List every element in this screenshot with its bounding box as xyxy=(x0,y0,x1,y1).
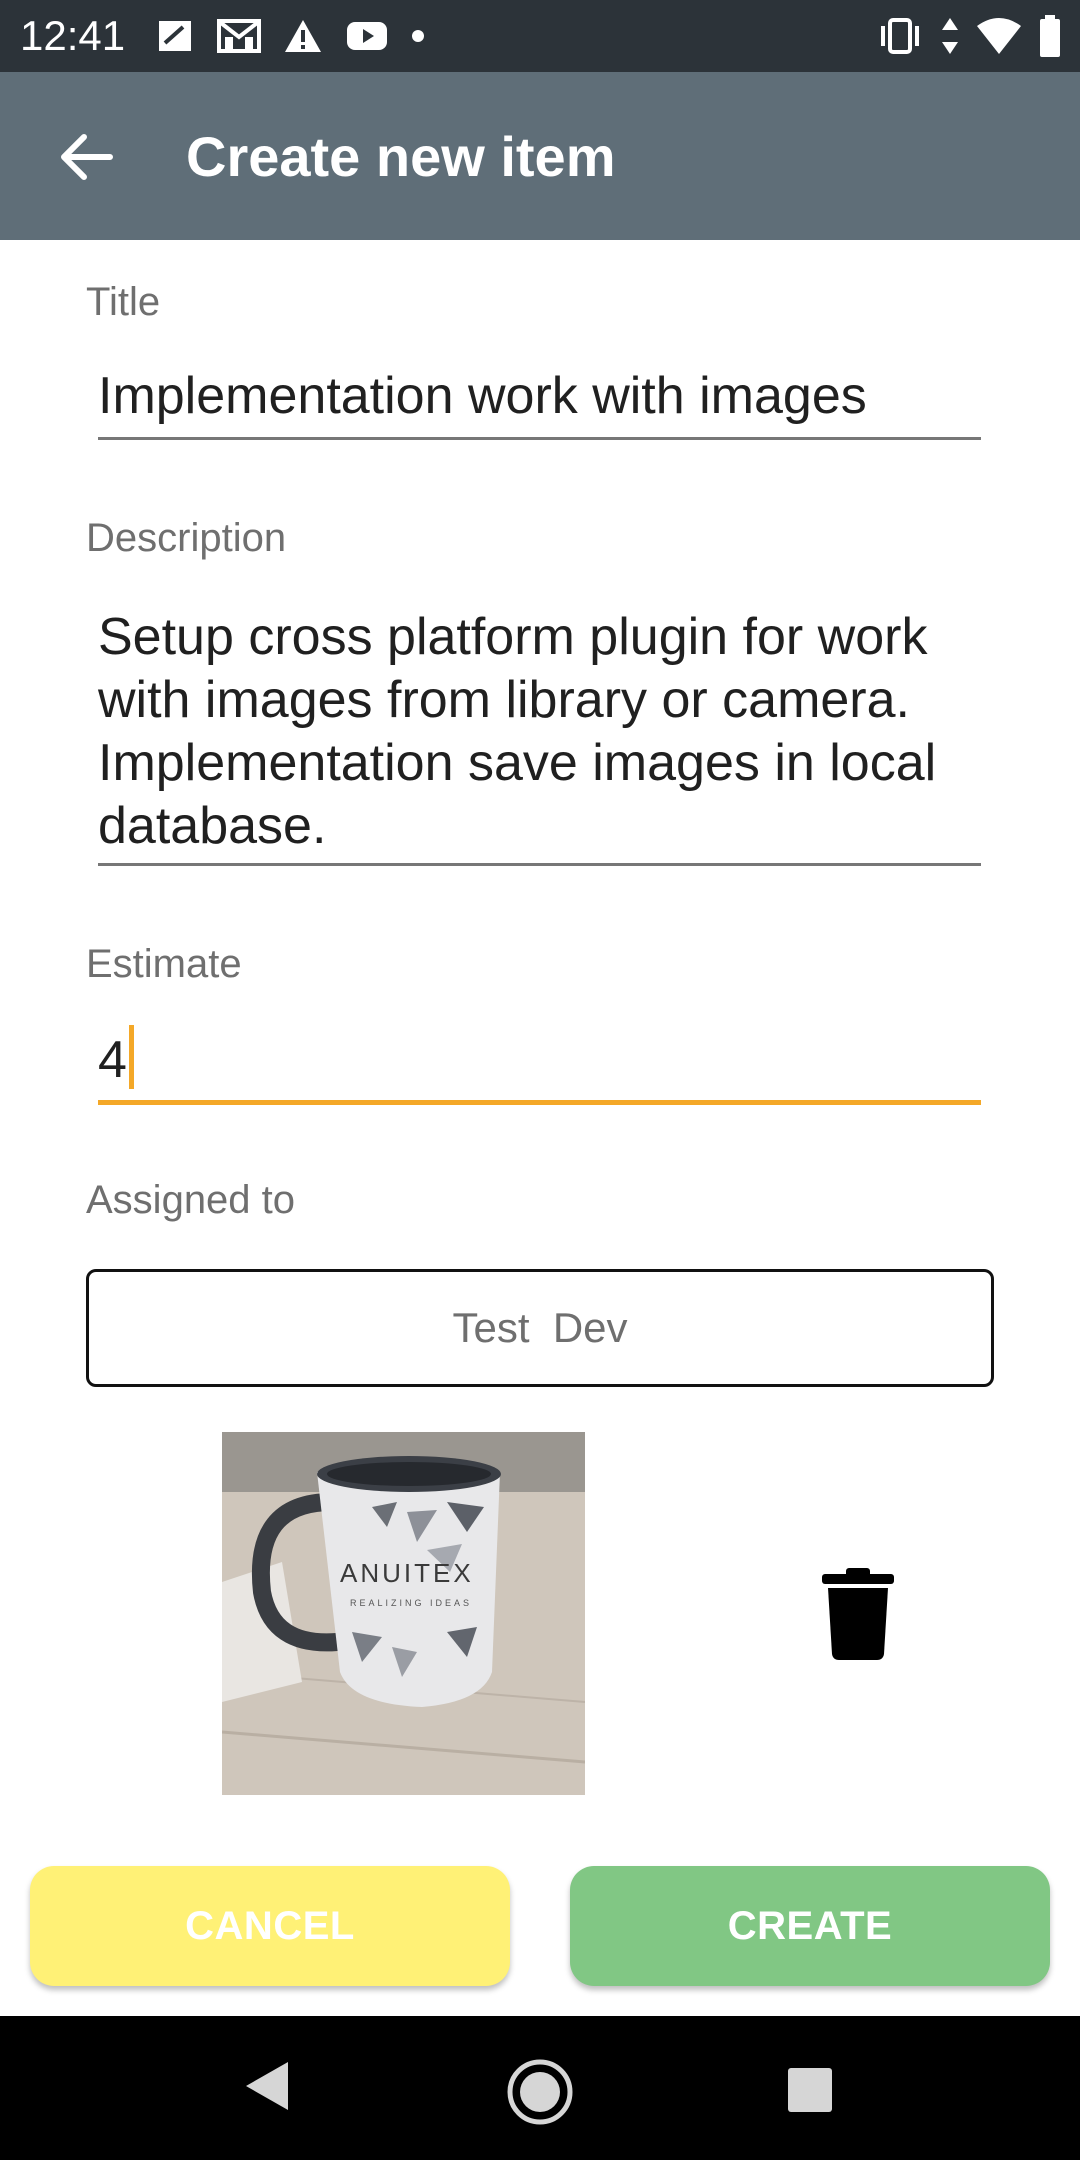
text-cursor xyxy=(128,1025,134,1090)
youtube-icon xyxy=(347,22,387,50)
estimate-field[interactable]: 4 xyxy=(98,1010,981,1105)
warning-icon xyxy=(285,20,321,52)
app-bar: Create new item xyxy=(0,72,1080,240)
title-label: Title xyxy=(86,280,161,324)
status-bar: 12:41 xyxy=(0,0,1080,72)
create-button-label: CREATE xyxy=(727,1903,893,1948)
navigation-bar xyxy=(0,2016,1080,2160)
sim-card-icon xyxy=(159,21,191,51)
assigned-picker[interactable]: Test Dev xyxy=(86,1269,994,1387)
status-system-icons xyxy=(876,12,1062,60)
status-time: 12:41 xyxy=(20,12,126,59)
battery-icon xyxy=(1040,15,1060,57)
description-label: Description xyxy=(86,516,287,560)
gmail-icon xyxy=(217,19,261,53)
assigned-value: Test Dev xyxy=(452,1304,628,1351)
page-title: Create new item xyxy=(186,125,616,188)
estimate-value: 4 xyxy=(98,1031,127,1089)
mug-logo-text: ANUITEX xyxy=(340,1558,474,1588)
title-field[interactable]: Implementation work with images xyxy=(98,358,981,440)
create-button[interactable]: CREATE xyxy=(570,1866,1050,1986)
arrow-back-icon[interactable] xyxy=(58,132,114,182)
nav-back-icon[interactable] xyxy=(244,2060,290,2112)
status-notification-icons xyxy=(155,14,425,58)
assigned-label: Assigned to xyxy=(86,1178,296,1222)
wifi-icon xyxy=(977,18,1021,54)
vibrate-icon xyxy=(881,18,919,54)
dot-icon xyxy=(412,30,424,42)
attached-image: ANUITEX REALIZING IDEAS xyxy=(222,1432,585,1795)
description-field[interactable]: Setup cross platform plugin for work wit… xyxy=(98,596,981,866)
nav-home-icon[interactable] xyxy=(506,2058,574,2126)
mug-tagline-text: REALIZING IDEAS xyxy=(350,1598,472,1608)
cancel-button-label: CANCEL xyxy=(185,1903,355,1948)
estimate-label: Estimate xyxy=(86,942,242,986)
nav-recents-icon[interactable] xyxy=(786,2066,834,2114)
data-arrows-icon xyxy=(942,18,958,54)
trash-icon[interactable] xyxy=(822,1568,894,1660)
cancel-button[interactable]: CANCEL xyxy=(30,1866,510,1986)
